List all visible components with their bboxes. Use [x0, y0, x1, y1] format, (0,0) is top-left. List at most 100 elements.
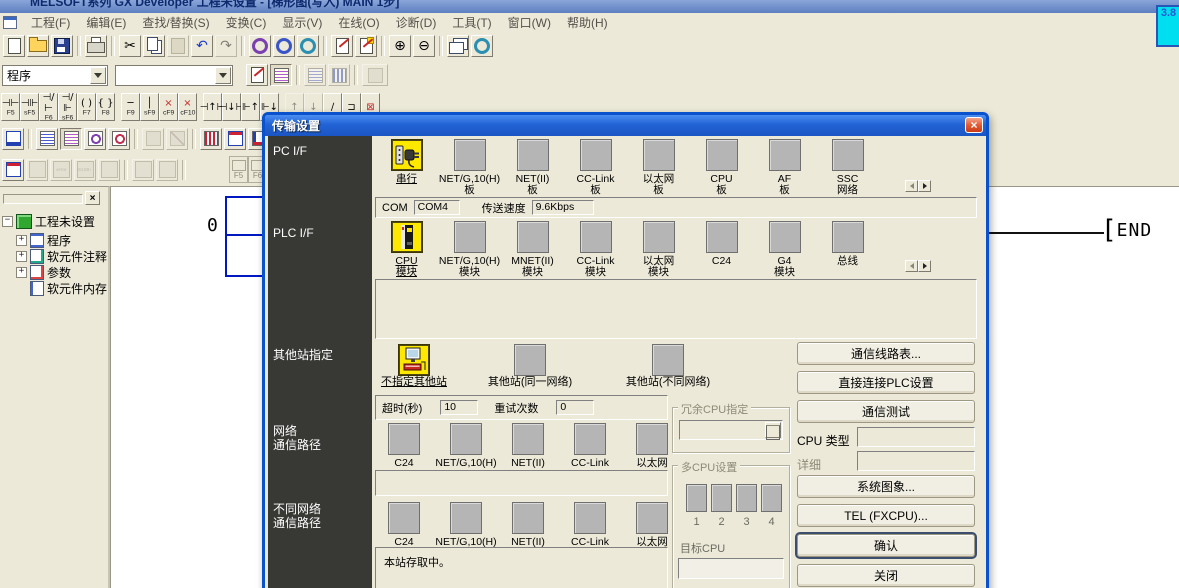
step-run-icon[interactable]: S1S9↓	[74, 159, 96, 181]
pc-if-ethernet[interactable]: 以太网 板	[627, 139, 690, 196]
undo-icon[interactable]: ↶	[191, 35, 213, 57]
ladder-parallel-pulse-rise-button[interactable]: ⊩↑	[241, 93, 260, 121]
serial-port-icon[interactable]	[391, 139, 423, 171]
grid-icon[interactable]	[132, 159, 154, 181]
chevron-down-icon[interactable]	[765, 422, 781, 438]
plc-if-g4[interactable]: G4 模块	[753, 221, 816, 278]
plc-if-cc-link[interactable]: CC-Link 模块	[564, 221, 627, 278]
print-icon[interactable]	[85, 35, 107, 57]
pc-if-cc-link[interactable]: CC-Link 板	[564, 139, 627, 196]
ladder-edit-icon[interactable]	[331, 35, 353, 57]
ladder-vline-delete-button[interactable]: ×cF10	[178, 93, 197, 121]
partial-run-icon[interactable]	[156, 159, 178, 181]
find-coil-icon[interactable]	[108, 128, 130, 150]
pc-if-net-ii[interactable]: NET(II) 板	[501, 139, 564, 196]
copy-icon[interactable]	[143, 35, 165, 57]
module-icon[interactable]	[769, 221, 801, 253]
host-station-icon[interactable]	[398, 344, 430, 376]
expand-icon[interactable]: +	[16, 267, 27, 278]
ladder-vline-button[interactable]: │sF9	[140, 93, 159, 121]
redo-icon[interactable]: ↷	[215, 35, 237, 57]
save-project-icon[interactable]	[51, 35, 73, 57]
route-icon[interactable]	[574, 423, 606, 455]
close-icon[interactable]: ×	[85, 191, 100, 205]
ladder-parallel-contact-button[interactable]: ⊣⊩sF5	[20, 93, 39, 121]
scroll-left-icon[interactable]	[905, 180, 918, 192]
mdi-child-icon[interactable]	[3, 16, 17, 29]
phone-disconnect-icon[interactable]	[166, 128, 188, 150]
communication-test-button[interactable]: 通信测试	[797, 400, 975, 423]
open-project-icon[interactable]	[27, 35, 49, 57]
module-icon[interactable]	[706, 221, 738, 253]
tel-fxcpu-button[interactable]: TEL (FXCPU)...	[797, 504, 975, 527]
route-icon[interactable]	[636, 423, 668, 455]
ladder-hline-button[interactable]: ─F9	[121, 93, 140, 121]
cpu2-button[interactable]	[711, 484, 732, 512]
zoom-in-icon[interactable]: ⊕	[389, 35, 411, 57]
diff-net-ii[interactable]: NET(II)	[497, 502, 559, 548]
net-net-g10h[interactable]: NET/G,10(H)	[435, 423, 497, 469]
menu-find-replace[interactable]: 查找/替换(S)	[134, 13, 217, 32]
ladder-open-contact-button[interactable]: ⊣⊢F5	[1, 93, 20, 121]
module-icon[interactable]	[517, 221, 549, 253]
scroll-right-icon[interactable]	[918, 260, 931, 272]
target-combobox[interactable]	[115, 65, 233, 86]
plc-if-net-g10h[interactable]: NET/G,10(H) 模块	[438, 221, 501, 278]
pc-if-net-g10h[interactable]: NET/G,10(H) 板	[438, 139, 501, 196]
close-button[interactable]: 关闭	[797, 564, 975, 587]
collapse-icon[interactable]: −	[2, 216, 13, 227]
ladder-symbol-icon[interactable]	[2, 128, 24, 150]
menu-convert[interactable]: 变换(C)	[218, 13, 275, 32]
diff-cc-link[interactable]: CC-Link	[559, 502, 621, 548]
other-station-same-network[interactable]: 其他站(同一网络)	[465, 344, 595, 388]
program-type-combobox[interactable]: 程序	[2, 65, 108, 86]
communication-line-list-button[interactable]: 通信线路表...	[797, 342, 975, 365]
chevron-down-icon[interactable]	[215, 67, 231, 84]
monitor-window-icon[interactable]	[362, 64, 388, 86]
net-c24[interactable]: C24	[373, 423, 435, 469]
transfer-icon[interactable]	[328, 64, 350, 86]
net-cc-link[interactable]: CC-Link	[559, 423, 621, 469]
find-icon[interactable]	[249, 35, 271, 57]
ladder-coil-button[interactable]: ( )F7	[77, 93, 96, 121]
route-icon[interactable]	[512, 423, 544, 455]
direct-plc-connection-button[interactable]: 直接连接PLC设置	[797, 371, 975, 394]
tree-item-program[interactable]: + 程序	[16, 232, 124, 248]
chevron-down-icon[interactable]	[90, 67, 106, 84]
trace-icon[interactable]	[2, 159, 24, 181]
device-batch-icon[interactable]	[224, 128, 246, 150]
error-jump-icon[interactable]: error	[50, 159, 72, 181]
tree-root-row[interactable]: − 工程未设置	[2, 213, 110, 229]
board-icon[interactable]	[454, 139, 486, 171]
verify-icon[interactable]	[304, 64, 326, 86]
find-instruction-icon[interactable]	[297, 35, 319, 57]
new-project-icon[interactable]	[3, 35, 25, 57]
board-icon[interactable]	[643, 139, 675, 171]
tree-item-device-memory[interactable]: + 软元件内存	[16, 280, 124, 296]
board-icon[interactable]	[706, 139, 738, 171]
system-image-button[interactable]: 系统图象...	[797, 475, 975, 498]
route-icon[interactable]	[450, 423, 482, 455]
plc-if-c24[interactable]: C24	[690, 221, 753, 278]
device-test-icon[interactable]	[200, 128, 222, 150]
plc-if-ethernet[interactable]: 以太网 模块	[627, 221, 690, 278]
ladder-parallel-closed-button[interactable]: ⊣/⊩sF6	[58, 93, 77, 121]
pc-if-cpu[interactable]: CPU 板	[690, 139, 753, 196]
board-icon[interactable]	[769, 139, 801, 171]
panel-grip[interactable]	[3, 194, 83, 204]
net-net-ii[interactable]: NET(II)	[497, 423, 559, 469]
project-tree-active-icon[interactable]	[60, 128, 82, 150]
menu-edit[interactable]: 编辑(E)	[78, 13, 134, 32]
close-icon[interactable]: ×	[965, 117, 983, 133]
cascade-windows-icon[interactable]	[447, 35, 469, 57]
find-contact-icon[interactable]	[84, 128, 106, 150]
expand-icon[interactable]: +	[16, 251, 27, 262]
board-icon[interactable]	[580, 139, 612, 171]
target-cpu-value[interactable]	[678, 558, 784, 579]
route-icon[interactable]	[388, 502, 420, 534]
menu-window[interactable]: 窗口(W)	[500, 13, 559, 32]
cpu4-button[interactable]	[761, 484, 782, 512]
station-icon[interactable]	[652, 344, 684, 376]
sheet-find-icon[interactable]	[246, 64, 268, 86]
paste-icon[interactable]	[167, 35, 189, 57]
